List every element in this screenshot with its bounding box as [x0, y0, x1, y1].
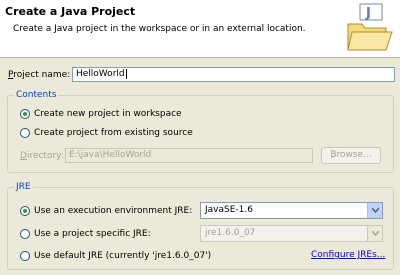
wizard-description: Create a Java project in the workspace o… — [13, 24, 306, 34]
directory-input[interactable]: E:\java\HelloWorld — [65, 148, 313, 163]
wizard-header: Create a Java Project Create a Java proj… — [0, 0, 400, 58]
chevron-down-icon[interactable] — [367, 226, 382, 241]
create-new-project-label: Create new project in workspace — [34, 108, 182, 119]
svg-text:J: J — [365, 6, 371, 21]
radio-selected-icon — [20, 108, 30, 119]
contents-group-title: Contents — [14, 90, 59, 100]
execution-environment-jre-label: Use an execution environment JRE: — [34, 205, 193, 216]
browse-button[interactable]: Browse... — [321, 147, 381, 164]
jre-group-title: JRE — [14, 182, 33, 192]
create-from-existing-source-label: Create project from existing source — [34, 127, 193, 138]
radio-selected-icon — [20, 205, 30, 216]
project-name-label: Project name: — [8, 70, 71, 80]
new-java-project-folder-icon: J — [347, 3, 393, 51]
radio-unselected-icon — [20, 228, 30, 239]
radio-unselected-icon — [20, 250, 30, 261]
execution-environment-combo[interactable]: JavaSE-1.6 — [200, 202, 383, 219]
project-specific-jre-radio[interactable]: Use a project specific JRE: — [20, 227, 151, 240]
directory-label: Directory: — [20, 151, 64, 161]
project-name-input[interactable]: HelloWorld — [72, 67, 395, 82]
create-new-project-radio[interactable]: Create new project in workspace — [20, 107, 182, 120]
radio-unselected-icon — [20, 127, 30, 138]
create-from-existing-source-radio[interactable]: Create project from existing source — [20, 126, 193, 139]
default-jre-radio[interactable]: Use default JRE (currently 'jre1.6.0_07'… — [20, 249, 211, 262]
chevron-down-icon[interactable] — [367, 203, 382, 218]
wizard-title: Create a Java Project — [5, 5, 136, 18]
default-jre-label: Use default JRE (currently 'jre1.6.0_07'… — [34, 250, 212, 261]
configure-jres-link[interactable]: Configure JREs... — [311, 250, 385, 260]
project-specific-jre-label: Use a project specific JRE: — [34, 228, 151, 239]
execution-environment-jre-radio[interactable]: Use an execution environment JRE: — [20, 204, 192, 217]
project-specific-jre-combo[interactable]: jre1.6.0_07 — [200, 225, 383, 242]
